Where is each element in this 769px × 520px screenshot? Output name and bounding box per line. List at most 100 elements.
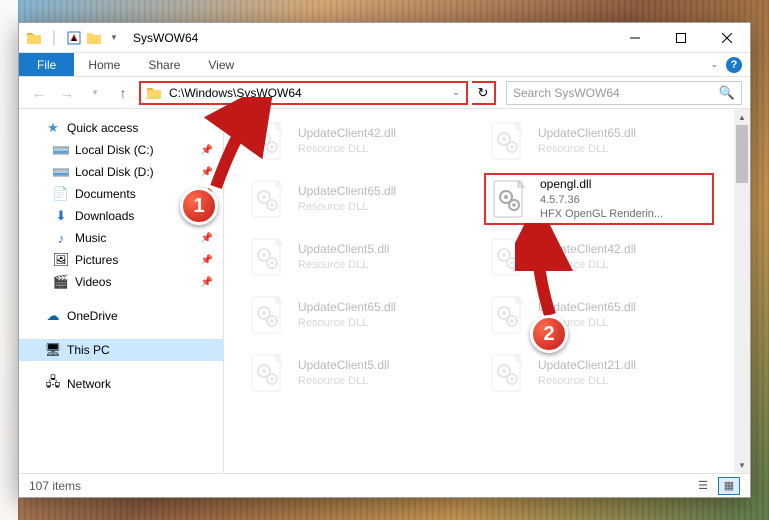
refresh-button[interactable]: ↻	[472, 81, 496, 105]
search-input[interactable]: Search SysWOW64 🔍	[506, 81, 742, 105]
back-button[interactable]: ←	[27, 81, 51, 105]
pin-icon: 📌	[201, 145, 213, 156]
pictures-icon: 🖼	[53, 252, 69, 268]
search-placeholder: Search SysWOW64	[513, 86, 719, 100]
folder-icon	[25, 29, 43, 47]
drive-icon	[53, 164, 69, 180]
file-item[interactable]: UpdateClient21.dllResource DLL	[484, 347, 714, 399]
file-item[interactable]: UpdateClient65.dllResource DLL	[244, 173, 474, 225]
file-name: UpdateClient5.dll	[298, 358, 389, 374]
file-detail: Resource DLL	[538, 142, 636, 156]
titlebar[interactable]: | ▼ SysWOW64	[19, 23, 750, 53]
onedrive-icon: ☁	[45, 308, 61, 324]
nav-this-pc[interactable]: 🖥This PC	[19, 339, 223, 361]
tab-file[interactable]: File	[19, 53, 74, 76]
dll-icon	[486, 351, 530, 395]
folder-icon	[145, 86, 163, 100]
file-name: UpdateClient65.dll	[538, 300, 636, 316]
file-detail: Resource DLL	[298, 374, 389, 388]
file-item[interactable]: UpdateClient5.dllResource DLL	[244, 347, 474, 399]
file-detail: 4.5.7.36	[540, 193, 663, 207]
file-name: UpdateClient21.dll	[538, 358, 636, 374]
tiles-view-button[interactable]: ▦	[718, 477, 740, 495]
address-bar: ← → ▼ ↑ C:\Windows\SysWOW64 ⌄ ↻ Search S…	[19, 77, 750, 109]
tab-view[interactable]: View	[194, 53, 248, 76]
address-text: C:\Windows\SysWOW64	[167, 86, 446, 100]
pin-icon: 📌	[201, 233, 213, 244]
file-item[interactable]: UpdateClient65.dllResource DLL	[484, 289, 714, 341]
window-title: SysWOW64	[133, 31, 198, 45]
ribbon-tabs: File Home Share View ⌄ ?	[19, 53, 750, 77]
item-count: 107 items	[29, 479, 81, 493]
qat: | ▼	[19, 29, 123, 47]
drive-icon	[53, 142, 69, 158]
nav-music[interactable]: ♪Music📌	[19, 227, 223, 249]
status-bar: 107 items ☰ ▦	[19, 473, 750, 497]
up-button[interactable]: ↑	[111, 81, 135, 105]
file-name: UpdateClient42.dll	[538, 242, 636, 258]
new-folder-icon[interactable]	[85, 29, 103, 47]
file-name: UpdateClient5.dll	[298, 242, 389, 258]
dll-icon	[486, 293, 530, 337]
help-icon[interactable]: ?	[726, 57, 742, 73]
nav-local-disk-c[interactable]: Local Disk (C:)📌	[19, 139, 223, 161]
search-icon: 🔍	[719, 85, 735, 101]
forward-button[interactable]: →	[55, 81, 79, 105]
file-item[interactable]: UpdateClient65.dllResource DLL	[484, 115, 714, 167]
tab-share[interactable]: Share	[134, 53, 194, 76]
close-button[interactable]	[704, 23, 750, 53]
file-detail: Resource DLL	[538, 374, 636, 388]
nav-local-disk-d[interactable]: Local Disk (D:)📌	[19, 161, 223, 183]
address-dropdown-icon[interactable]: ⌄	[446, 87, 466, 98]
file-item-opengl[interactable]: opengl.dll4.5.7.36HFX OpenGL Renderin...	[484, 173, 714, 225]
dll-icon	[246, 351, 290, 395]
tab-home[interactable]: Home	[74, 53, 134, 76]
nav-onedrive[interactable]: ☁OneDrive	[19, 305, 223, 327]
props-icon[interactable]	[65, 29, 83, 47]
file-name: UpdateClient65.dll	[298, 184, 396, 200]
minimize-button[interactable]	[612, 23, 658, 53]
file-detail: Resource DLL	[298, 316, 396, 330]
nav-network[interactable]: 🖧Network	[19, 373, 223, 395]
scrollbar[interactable]: ▲ ▼	[734, 109, 750, 473]
star-icon: ★	[45, 120, 61, 136]
nav-pictures[interactable]: 🖼Pictures📌	[19, 249, 223, 271]
qat-dropdown-icon[interactable]: ▼	[105, 29, 123, 47]
file-detail: Resource DLL	[298, 142, 396, 156]
dll-icon	[246, 177, 290, 221]
dll-icon	[488, 177, 532, 221]
annotation-marker-2: 2	[530, 315, 568, 353]
scroll-thumb[interactable]	[736, 125, 748, 183]
network-icon: 🖧	[45, 376, 61, 392]
address-input[interactable]: C:\Windows\SysWOW64 ⌄	[139, 81, 468, 105]
file-view[interactable]: UpdateClient42.dllResource DLLUpdateClie…	[224, 109, 750, 473]
nav-quick-access[interactable]: ★Quick access	[19, 117, 223, 139]
divider-icon: |	[45, 29, 63, 47]
dll-icon	[486, 119, 530, 163]
file-item[interactable]: UpdateClient65.dllResource DLL	[244, 289, 474, 341]
file-item[interactable]: UpdateClient42.dllResource DLL	[484, 231, 714, 283]
file-name: UpdateClient42.dll	[298, 126, 396, 142]
documents-icon: 📄	[53, 186, 69, 202]
pc-icon: 🖥	[45, 342, 61, 358]
navigation-pane: ★Quick access Local Disk (C:)📌 Local Dis…	[19, 109, 224, 473]
ribbon-expand-icon[interactable]: ⌄	[710, 59, 718, 70]
file-item[interactable]: UpdateClient5.dllResource DLL	[244, 231, 474, 283]
scroll-down-icon[interactable]: ▼	[734, 457, 750, 473]
maximize-button[interactable]	[658, 23, 704, 53]
recent-dropdown[interactable]: ▼	[83, 81, 107, 105]
explorer-window: | ▼ SysWOW64 File Home Share View ⌄ ? ← …	[18, 22, 751, 498]
file-name: UpdateClient65.dll	[538, 126, 636, 142]
dll-icon	[246, 119, 290, 163]
file-detail: Resource DLL	[298, 200, 396, 214]
file-name: UpdateClient65.dll	[298, 300, 396, 316]
file-detail: HFX OpenGL Renderin...	[540, 207, 663, 221]
file-item[interactable]: UpdateClient42.dllResource DLL	[244, 115, 474, 167]
details-view-button[interactable]: ☰	[692, 477, 714, 495]
scroll-up-icon[interactable]: ▲	[734, 109, 750, 125]
annotation-marker-1: 1	[180, 187, 218, 225]
nav-videos[interactable]: 🎬Videos📌	[19, 271, 223, 293]
downloads-icon: ⬇	[53, 208, 69, 224]
file-detail: Resource DLL	[298, 258, 389, 272]
videos-icon: 🎬	[53, 274, 69, 290]
